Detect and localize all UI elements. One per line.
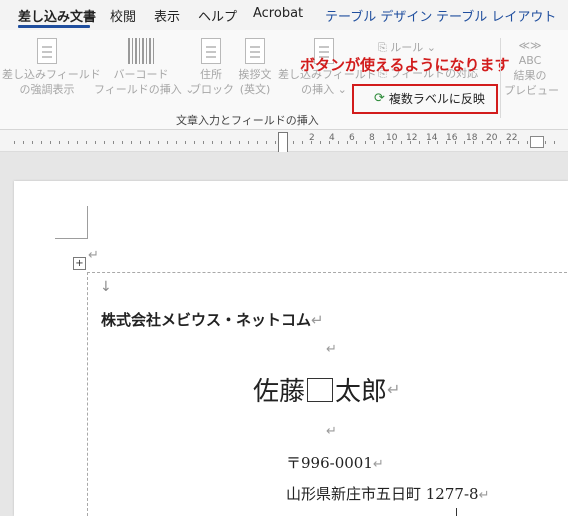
- ruler-mark: 10: [386, 133, 398, 143]
- tab-help[interactable]: ヘルプ: [198, 6, 237, 25]
- mouse-cursor: [456, 508, 457, 516]
- tab-mailings[interactable]: 差し込み文書: [18, 6, 96, 25]
- preview-results-label-1: 結果の: [513, 69, 547, 82]
- right-indent-marker[interactable]: [530, 136, 544, 148]
- ribbon-tab-bar: 差し込み文書 校閲 表示 ヘルプ Acrobat テーブル デザイン テーブル …: [0, 0, 568, 30]
- company-name: 株式会社メビウス・ネットコム↵: [101, 309, 324, 330]
- address-text: 山形県新庄市五日町 1277-8: [286, 485, 479, 503]
- tab-table-design[interactable]: テーブル デザイン: [325, 6, 432, 25]
- paragraph-mark: ↵: [387, 380, 401, 399]
- update-labels-label: 複数ラベルに反映: [388, 91, 485, 106]
- update-labels-button[interactable]: ⟳ 複数ラベルに反映: [374, 88, 485, 108]
- ruler-mark: 8: [369, 133, 375, 143]
- rules-button[interactable]: ⎘ ルール ⌄: [378, 39, 436, 55]
- line-break-arrow-icon: ↓: [100, 279, 112, 295]
- ruler-mark: 4: [329, 133, 335, 143]
- ribbon-separator: [500, 38, 501, 118]
- highlight-merge-fields-label-1: 差し込みフィールド: [2, 68, 101, 81]
- paragraph-mark: ↵: [311, 311, 324, 329]
- paragraph-mark: ↵: [478, 488, 490, 503]
- preview-results-button[interactable]: ≪≫ ABC 結果の プレビュー: [504, 38, 559, 98]
- greeting-line-label-1: 挨拶文: [238, 68, 272, 81]
- barcode-label-1: バーコード: [113, 68, 169, 81]
- group-label-write-insert-fields: 文章入力とフィールドの挿入: [176, 114, 319, 127]
- refresh-icon: ⟳: [374, 90, 385, 106]
- greeting-line-button[interactable]: 挨拶文 (英文): [234, 38, 276, 97]
- postal-code-text: 〒996-0001: [286, 454, 373, 472]
- ruler-mark: 12: [406, 133, 418, 143]
- recipient-first-name: 太郎: [335, 377, 388, 407]
- insert-barcode-field-button[interactable]: バーコード フィールドの挿入 ⌄: [94, 38, 195, 97]
- annotation-callout: ボタンが使えるようになります: [300, 56, 510, 74]
- ruler-mark: 16: [446, 133, 458, 143]
- ruler-mark: 22: [506, 133, 518, 143]
- tab-acrobat[interactable]: Acrobat: [253, 6, 303, 21]
- indent-marker[interactable]: [278, 132, 288, 154]
- greeting-line-icon: [245, 38, 265, 64]
- paragraph-mark: ↵: [326, 424, 337, 439]
- ruler-mark: 20: [486, 133, 498, 143]
- preview-results-label-2: プレビュー: [504, 84, 559, 97]
- rules-icon: ⎘: [378, 41, 391, 54]
- greeting-line-label-2: (英文): [239, 83, 271, 96]
- preview-abc-icon: ABC: [518, 54, 542, 67]
- full-width-space: [307, 377, 334, 402]
- paragraph-mark: ↵: [326, 342, 337, 357]
- crop-mark-vertical: [87, 206, 88, 239]
- active-tab-indicator: [18, 25, 90, 28]
- ruler-mark: 6: [349, 133, 355, 143]
- highlight-merge-fields-label-2: の強調表示: [19, 83, 75, 96]
- ruler-mark: 2: [309, 133, 315, 143]
- paragraph-mark: ↵: [372, 457, 384, 472]
- recipient-name: 佐藤 太郎 ↵: [253, 371, 400, 408]
- ruler-mark: 14: [426, 133, 438, 143]
- document-icon: [37, 38, 57, 64]
- tab-review[interactable]: 校閲: [110, 6, 136, 25]
- paragraph-mark: ↵: [88, 248, 99, 263]
- table-move-handle-icon[interactable]: +: [73, 257, 86, 270]
- rules-label: ルール ⌄: [390, 41, 437, 54]
- address-block-icon: [201, 38, 221, 64]
- postal-code: 〒996-0001↵: [286, 452, 384, 473]
- address-block-label-1: 住所: [200, 68, 222, 81]
- crop-mark-horizontal: [55, 238, 88, 239]
- address-block-button[interactable]: 住所 ブロック: [190, 38, 234, 97]
- tab-table-layout[interactable]: テーブル レイアウト: [436, 6, 556, 25]
- address-block-label-2: ブロック: [190, 83, 234, 96]
- highlight-merge-fields-button[interactable]: 差し込みフィールド の強調表示: [2, 38, 101, 97]
- tab-view[interactable]: 表示: [154, 6, 180, 25]
- barcode-label-2: フィールドの挿入 ⌄: [94, 83, 195, 96]
- barcode-icon: [128, 38, 154, 64]
- recipient-last-name: 佐藤: [253, 377, 306, 407]
- company-name-text: 株式会社メビウス・ネットコム: [101, 311, 312, 329]
- preview-arrows-icon: ≪≫: [518, 39, 542, 52]
- address-line: 山形県新庄市五日町 1277-8↵: [286, 483, 489, 504]
- ruler-mark: 18: [466, 133, 478, 143]
